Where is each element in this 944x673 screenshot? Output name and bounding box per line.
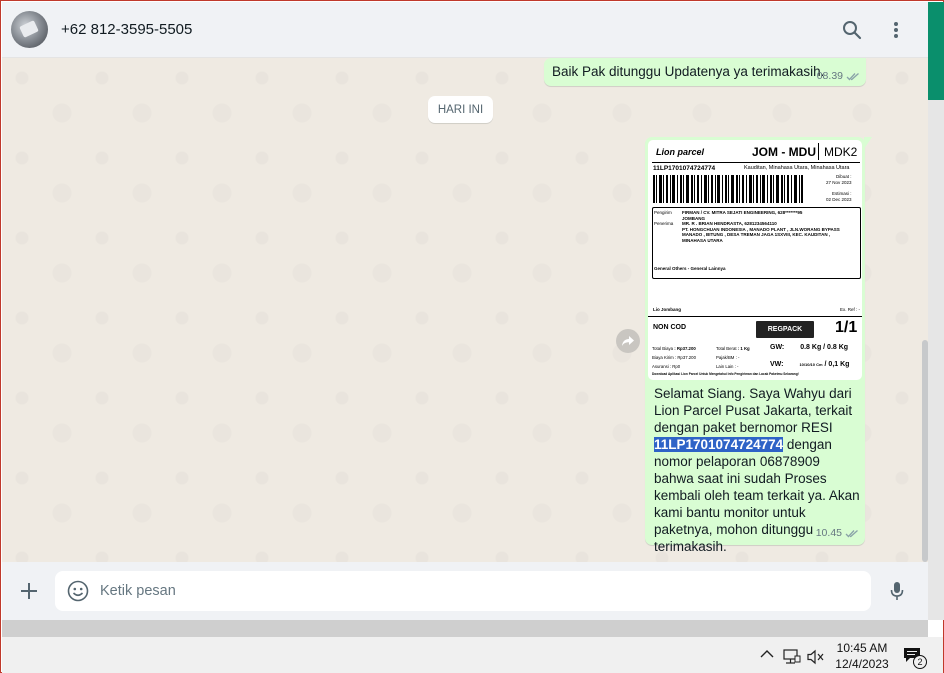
label-pieces: 1/1 <box>835 319 858 336</box>
message-composer <box>2 562 928 620</box>
barcode <box>653 175 803 203</box>
taskbar: 10:45 AM 12/4/2023 2 <box>2 637 943 673</box>
label-costs-left: Total Biaya : Rp37.200 Biaya Kirim : Rp3… <box>652 346 696 369</box>
message-bubble-image[interactable]: Lion parcel JOM - MDU MDK2 11LP170107472… <box>645 137 872 554</box>
message-time: 10.45 <box>815 527 842 539</box>
clock-time: 10:45 AM <box>836 641 888 655</box>
plus-icon[interactable] <box>17 579 41 603</box>
label-rule-2 <box>648 316 862 317</box>
notification-count: 2 <box>913 655 927 669</box>
chat-panel[interactable]: Baik Pak ditunggu Updatenya ya terimakas… <box>2 58 928 562</box>
label-gw: GW: 0.8 Kg / 0.8 Kg <box>770 344 849 351</box>
notification-icon[interactable]: 2 <box>902 646 928 670</box>
side-panel-edge <box>928 100 944 620</box>
label-commodity: General Others - General Lainnya <box>654 266 726 271</box>
side-accent-strip <box>928 2 944 100</box>
label-footer-note: Download Aplikasi Lion Parcel Untuk Meng… <box>652 372 799 376</box>
taskbar-clock[interactable]: 10:45 AM 12/4/2023 <box>832 640 892 672</box>
contact-avatar[interactable] <box>11 11 48 48</box>
label-origin: Lio Jombang <box>653 307 681 312</box>
chat-header: +62 812-3595-5505 <box>2 2 928 58</box>
label-brand: Lion parcel <box>656 147 705 157</box>
forward-icon[interactable] <box>616 329 640 353</box>
message-meta: 08.39 <box>817 70 860 82</box>
search-icon[interactable] <box>838 16 866 44</box>
message-input[interactable] <box>100 571 860 611</box>
label-route: JOM - MDU <box>752 145 816 159</box>
clock-date: 12/4/2023 <box>835 657 889 671</box>
selected-resi-text[interactable]: 11LP1701074724774 <box>654 437 784 452</box>
microphone-icon[interactable] <box>885 579 909 603</box>
message-meta: 10.45 <box>816 527 859 539</box>
whatsapp-window: +62 812-3595-5505 Baik Pak ditunggu Upda… <box>2 2 928 620</box>
label-rule <box>652 162 860 163</box>
label-costs-right: Total Berat : 1 Kg Pajak/BM : - Lain Lai… <box>716 346 750 369</box>
emoji-icon[interactable] <box>67 580 89 602</box>
message-text: Baik Pak ditunggu Updatenya ya terimakas… <box>552 64 825 79</box>
day-divider: HARI INI <box>428 96 493 123</box>
label-cod: NON COD <box>653 324 687 331</box>
address-values: FIRMAN / CV. MITRA SEJATI ENGINEERING, 6… <box>682 210 840 243</box>
message-time: 08.39 <box>816 70 843 82</box>
address-labels: Pengirim Penerima <box>654 210 674 226</box>
volume-muted-icon[interactable] <box>807 649 825 665</box>
message-input-box[interactable] <box>55 571 871 611</box>
label-dates: Dibuat : 27 Nov 2023 Estimasi : 02 Dec 2… <box>826 174 852 202</box>
chevron-up-icon[interactable] <box>760 649 774 659</box>
label-area: Kauditan, Minahasa Utara, Minahasa Utara <box>744 165 850 171</box>
message-bubble[interactable]: Baik Pak ditunggu Updatenya ya terimakas… <box>544 58 866 86</box>
more-vertical-icon[interactable] <box>882 16 910 44</box>
label-resi: 11LP1701074724774 <box>653 165 716 172</box>
network-icon[interactable] <box>783 649 801 665</box>
double-check-icon <box>846 72 859 80</box>
label-divider <box>818 143 819 160</box>
label-extref: Ex. Ref : - <box>840 307 861 312</box>
label-service: REGPACK <box>756 321 814 338</box>
contact-name[interactable]: +62 812-3595-5505 <box>61 21 192 38</box>
label-code: MDK2 <box>824 145 858 159</box>
bubble-tail <box>864 137 872 149</box>
shipping-label-image[interactable]: Lion parcel JOM - MDU MDK2 11LP170107472… <box>648 140 862 380</box>
label-vw: VW: 10/10/10 Cm / 0,1 Kg <box>770 361 850 368</box>
double-check-icon <box>845 529 858 537</box>
window-bottom-edge <box>2 620 928 637</box>
